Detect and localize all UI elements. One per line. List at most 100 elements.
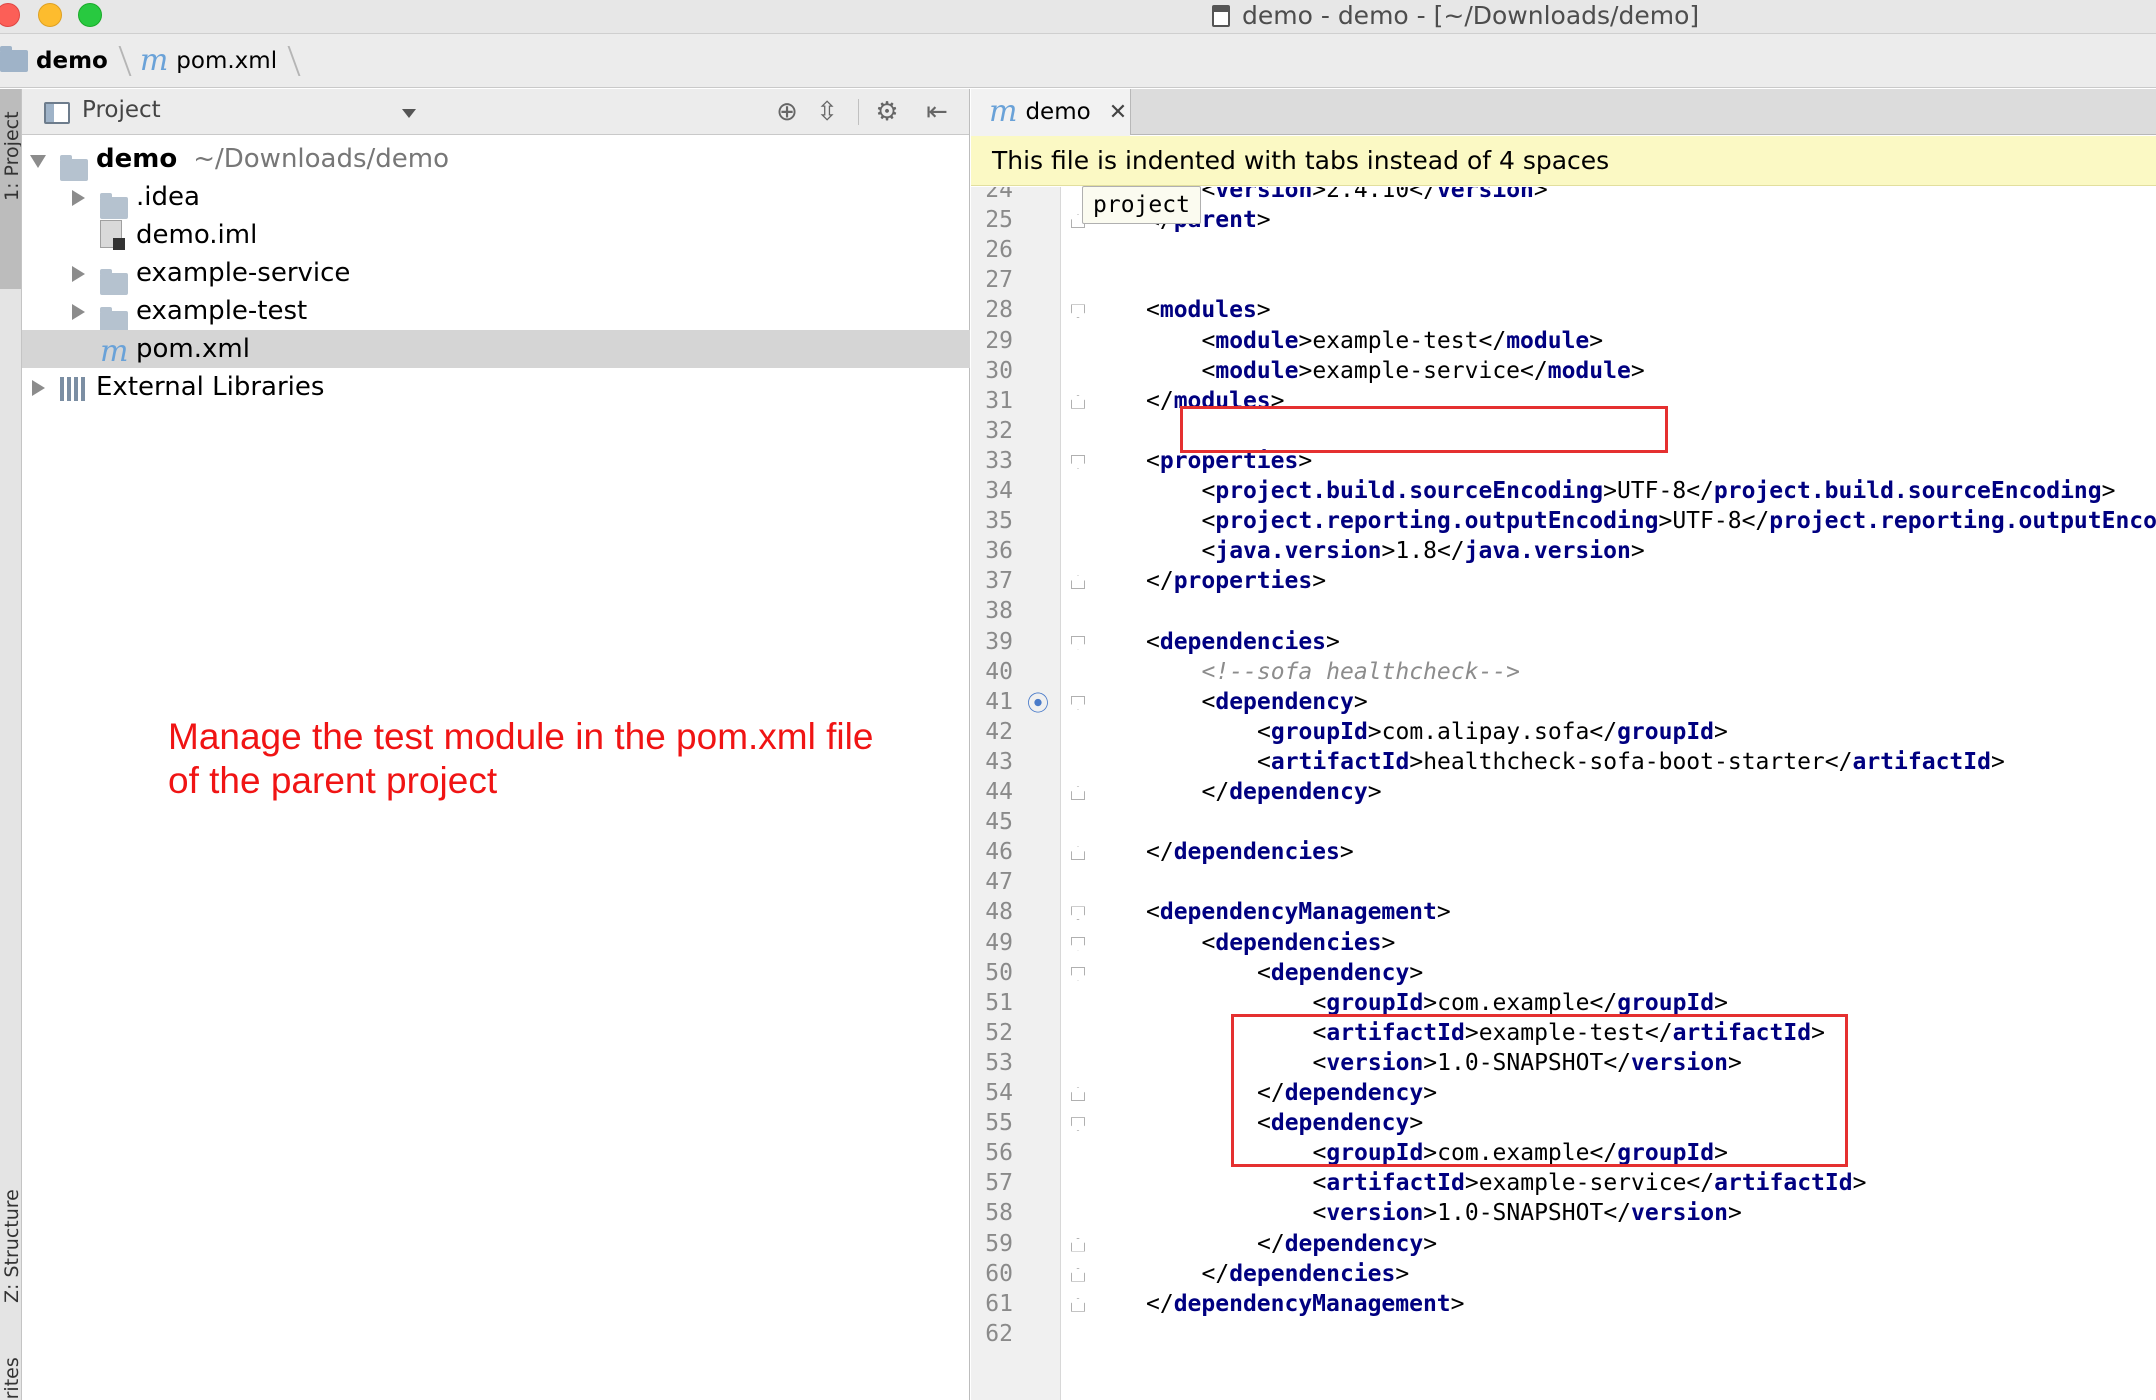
tree-item[interactable]: demo.iml <box>22 216 970 254</box>
code-text: <dependency> <box>1257 959 1424 986</box>
line-number: 52 <box>985 1019 1013 1046</box>
xml-tag-value: com.alipay.sofa <box>1381 718 1590 745</box>
project-view-selector[interactable]: Project <box>82 97 161 123</box>
code-text: <java.version>1.8</java.version> <box>1201 538 1645 565</box>
code-line[interactable]: 59 </dependency> <box>971 1229 2156 1259</box>
window-close-button[interactable] <box>0 3 20 27</box>
structure-tool-window-button[interactable]: Z: Structure <box>1 1189 21 1303</box>
fold-marker-icon <box>1071 1297 1085 1312</box>
xml-tag-value: com.example <box>1437 989 1590 1016</box>
line-number: 58 <box>985 1200 1013 1227</box>
tool-window-stripe: 1: Project Z: Structure orites <box>0 89 22 1400</box>
code-line[interactable]: 45 <box>971 807 2156 837</box>
tree-item[interactable]: demo ~/Downloads/demo <box>22 140 970 181</box>
code-line[interactable]: 27 <box>971 265 2156 295</box>
tree-item-name: example-test <box>136 296 308 326</box>
tree-item[interactable]: .idea <box>22 178 970 219</box>
line-number: 27 <box>985 267 1013 294</box>
tree-item-name: example-service <box>136 258 351 288</box>
code-line[interactable]: 40 <!--sofa healthcheck--> <box>971 657 2156 687</box>
tree-item-name: External Libraries <box>96 372 325 402</box>
code-line[interactable]: 48 <dependencyManagement> <box>971 897 2156 927</box>
tree-item-path: ~/Downloads/demo <box>193 144 450 174</box>
code-line[interactable]: 34 <project.build.sourceEncoding>UTF-8</p… <box>971 476 2156 506</box>
tree-item[interactable]: example-test <box>22 292 970 333</box>
xml-tag-name: dependency <box>1229 779 1368 805</box>
line-number: 54 <box>985 1080 1013 1106</box>
code-line[interactable]: 57 <artifactId>example-service</artifactI… <box>971 1168 2156 1198</box>
tree-item-label: demo ~/Downloads/demo <box>96 140 449 178</box>
collapse-arrow-icon[interactable] <box>72 266 85 282</box>
code-text: <project.reporting.outputEncoding>UTF-8<… <box>1202 506 2156 536</box>
locate-file-icon[interactable]: ⊕ <box>772 97 802 127</box>
code-line[interactable]: 61 </dependencyManagement> <box>971 1289 2156 1319</box>
fold-marker-icon <box>1071 846 1085 861</box>
code-line[interactable]: 26 <box>971 235 2156 265</box>
close-icon[interactable]: ✕ <box>1109 100 1127 125</box>
tree-item[interactable]: m pom.xml <box>22 330 970 368</box>
line-number: 25 <box>985 207 1013 234</box>
code-line[interactable]: 37 </properties> <box>971 566 2156 596</box>
code-line[interactable]: 41 ⦿ <dependency> <box>971 687 2156 717</box>
code-line[interactable]: 39 <dependencies> <box>971 627 2156 657</box>
code-line[interactable]: 30 <module>example-service</module> <box>971 356 2156 386</box>
fold-marker-icon <box>1071 1087 1085 1101</box>
line-number: 28 <box>985 297 1013 324</box>
breadcrumb-separator <box>275 45 301 76</box>
code-line[interactable]: 50 <dependency> <box>971 958 2156 988</box>
code-line[interactable]: 38 <box>971 596 2156 626</box>
code-line[interactable]: 46 </dependencies> <box>971 837 2156 867</box>
xml-tag-value: 1.0-SNAPSHOT <box>1437 1200 1604 1227</box>
code-line[interactable]: 58 <version>1.0-SNAPSHOT</version> <box>971 1198 2156 1228</box>
indentation-notice-banner: This file is indented with tabs instead … <box>971 136 2156 186</box>
code-text: </dependencies> <box>1201 1260 1410 1287</box>
fold-marker-icon <box>1071 786 1085 800</box>
gear-icon[interactable]: ⚙ <box>872 97 902 127</box>
window-zoom-button[interactable] <box>78 3 102 27</box>
line-number: 24 <box>985 187 1013 203</box>
xml-breadcrumb-tooltip: project <box>1082 186 1201 224</box>
collapse-arrow-icon[interactable] <box>32 380 45 396</box>
fold-marker-icon <box>1071 454 1085 469</box>
code-line[interactable]: 28 <modules> <box>971 295 2156 325</box>
fold-marker-icon <box>1071 695 1085 710</box>
project-panel-header: Project ⊕ ⇳ ⚙ ⇤ <box>22 89 969 135</box>
editor: m demo ✕ This file is indented with tabs… <box>971 89 2156 1400</box>
code-line[interactable]: 35 <project.reporting.outputEncoding>UTF-… <box>971 506 2156 536</box>
project-tool-window-button[interactable]: 1: Project <box>0 89 21 289</box>
code-line[interactable]: 47 <box>971 867 2156 897</box>
tab-demo[interactable]: m demo ✕ <box>971 89 1131 136</box>
code-line[interactable]: 42 <groupId>com.alipay.sofa</groupId> <box>971 717 2156 747</box>
xml-tag-name: dependencies <box>1159 628 1327 655</box>
code-line[interactable]: 44 </dependency> <box>971 777 2156 807</box>
code-text: <version>2.4.10</version> <box>1202 187 1548 205</box>
code-line[interactable]: 36 <java.version>1.8</java.version> <box>971 536 2156 566</box>
favorites-tool-window-button[interactable]: orites <box>1 1357 21 1400</box>
tree-item[interactable]: example-service <box>22 254 970 295</box>
code-line[interactable]: 49 <dependencies> <box>971 928 2156 958</box>
window-minimize-button[interactable] <box>38 3 62 27</box>
collapse-arrow-icon[interactable] <box>72 190 85 206</box>
code-area[interactable]: 24<version>2.4.10</version>25</parent>26… <box>971 187 2156 1400</box>
line-number: 42 <box>985 718 1013 745</box>
xml-tag-name: module <box>1506 327 1590 354</box>
code-line[interactable]: 43 <artifactId>healthcheck-sofa-boot-star… <box>971 747 2156 777</box>
code-text: </dependencies> <box>1146 839 1354 866</box>
xml-tag-value: 1.8 <box>1395 538 1437 565</box>
xml-tag-value: example-service <box>1312 357 1521 384</box>
code-line[interactable]: 60 </dependencies> <box>971 1259 2156 1289</box>
code-line[interactable]: 62 <box>971 1319 2156 1349</box>
collapse-arrow-icon[interactable] <box>72 304 85 320</box>
breadcrumb-file-pom[interactable]: m pom.xml <box>140 45 277 76</box>
hide-panel-icon[interactable]: ⇤ <box>922 97 952 127</box>
breadcrumb-project-demo[interactable]: demo <box>0 45 108 74</box>
line-number: 47 <box>985 869 1013 896</box>
fold-marker-icon <box>1071 394 1085 409</box>
expand-arrow-icon[interactable] <box>30 155 46 168</box>
collapse-all-icon[interactable]: ⇳ <box>812 97 842 127</box>
tree-item[interactable]: External Libraries <box>22 368 970 406</box>
chevron-down-icon[interactable] <box>402 109 416 118</box>
code-line[interactable]: 29 <module>example-test</module> <box>971 326 2156 356</box>
line-number: 50 <box>985 959 1013 986</box>
xml-tag-name: dependency <box>1215 688 1354 715</box>
